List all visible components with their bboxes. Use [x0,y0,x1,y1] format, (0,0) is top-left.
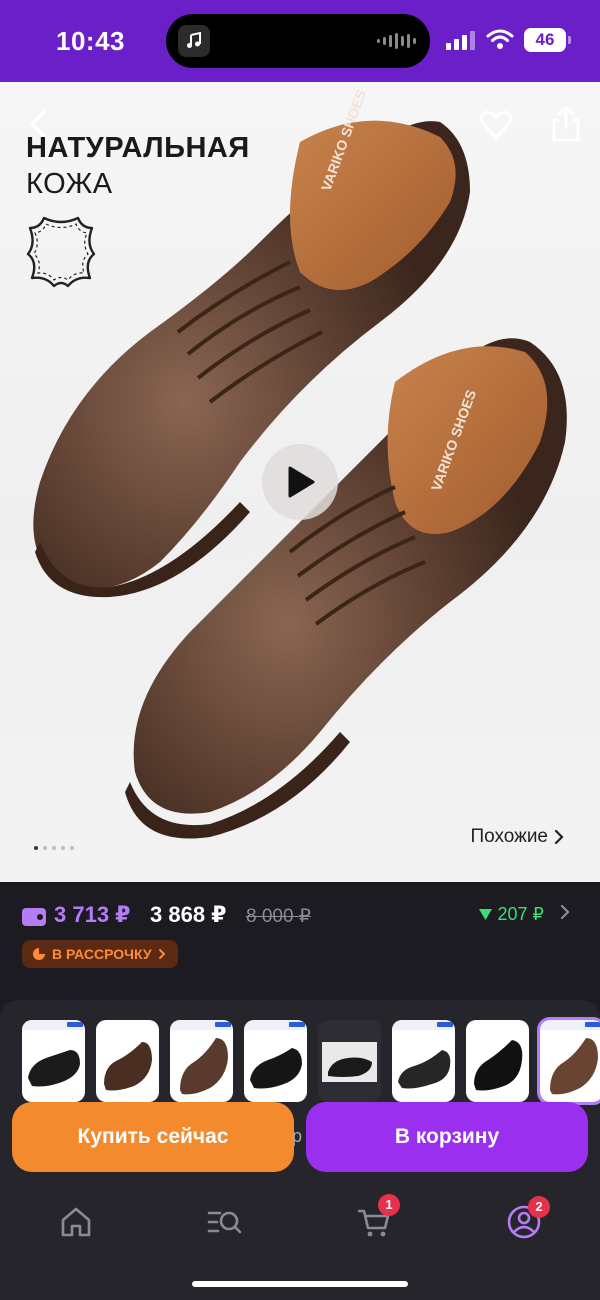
variant-thumbnail[interactable] [22,1020,85,1102]
gallery-dot[interactable] [43,846,47,850]
status-time: 10:43 [56,26,125,56]
dynamic-island [166,14,430,68]
wallet-icon [22,908,46,926]
chevron-right-icon [158,949,165,959]
chevron-right-icon [554,829,564,845]
variant-thumbnail[interactable] [318,1020,381,1102]
cellular-signal-icon [446,30,475,50]
wallet-price: 3 713 ₽ [54,902,131,927]
gallery-dot[interactable] [52,846,56,850]
leather-hide-icon [26,216,96,288]
product-page: 10:43 46 VARIKO SHOES VARIKO SHOES НАТУР… [0,0,600,1300]
cart-badge: 1 [378,1194,400,1216]
variant-selector [22,1017,600,1105]
play-video-button[interactable] [262,444,338,520]
variant-thumbnail[interactable] [392,1020,455,1102]
variant-thumbnail[interactable] [170,1020,233,1102]
bonus-value: 207 ₽ [497,904,545,924]
pie-chart-icon [33,948,45,960]
promo-title: НАТУРАЛЬНАЯ [26,132,250,164]
product-gallery[interactable]: VARIKO SHOES VARIKO SHOES НАТУРАЛЬНАЯ КО… [0,82,600,882]
chevron-right-icon[interactable] [560,904,570,920]
music-note-icon [178,25,210,57]
gallery-dot[interactable] [61,846,65,850]
installment-button[interactable]: В РАССРОЧКУ [22,940,178,968]
variant-thumbnail-selected[interactable] [537,1017,600,1105]
old-price: 8 000 ₽ [246,906,311,927]
variant-thumbnail[interactable] [96,1020,159,1102]
audio-waveform-icon [377,33,416,49]
wifi-icon [486,29,514,49]
home-indicator [192,1281,408,1287]
share-icon[interactable] [548,104,584,144]
regular-price: 3 868 ₽ [150,902,227,927]
obscured-text: р [292,1126,303,1146]
add-to-cart-button[interactable]: В корзину [306,1102,588,1172]
variant-thumbnail[interactable] [466,1020,529,1102]
installment-label: В РАССРОЧКУ [52,946,152,962]
status-bar: 10:43 46 [0,0,600,82]
gallery-dot[interactable] [70,846,74,850]
catalog-search-icon[interactable] [206,1204,242,1240]
profile-badge: 2 [528,1196,550,1218]
gallery-dot[interactable] [34,846,38,850]
gallery-pagination [34,846,74,850]
battery-indicator: 46 [524,28,571,52]
bonus-points: 207 ₽ [478,904,545,925]
similar-label: Похожие [470,826,548,847]
triangle-down-icon [478,909,492,920]
buy-now-button[interactable]: Купить сейчас [12,1102,294,1172]
similar-products-link[interactable]: Похожие [470,826,564,848]
home-icon[interactable] [58,1204,94,1240]
bottom-navigation: 1 2 [0,1190,600,1250]
play-icon [288,466,315,498]
price-section[interactable]: 3 713 ₽ 3 868 ₽ 8 000 ₽ 207 ₽ В РАССРОЧК… [0,882,600,1000]
favorite-heart-icon[interactable] [478,106,514,142]
variant-thumbnail[interactable] [244,1020,307,1102]
promo-subtitle: КОЖА [26,168,113,200]
